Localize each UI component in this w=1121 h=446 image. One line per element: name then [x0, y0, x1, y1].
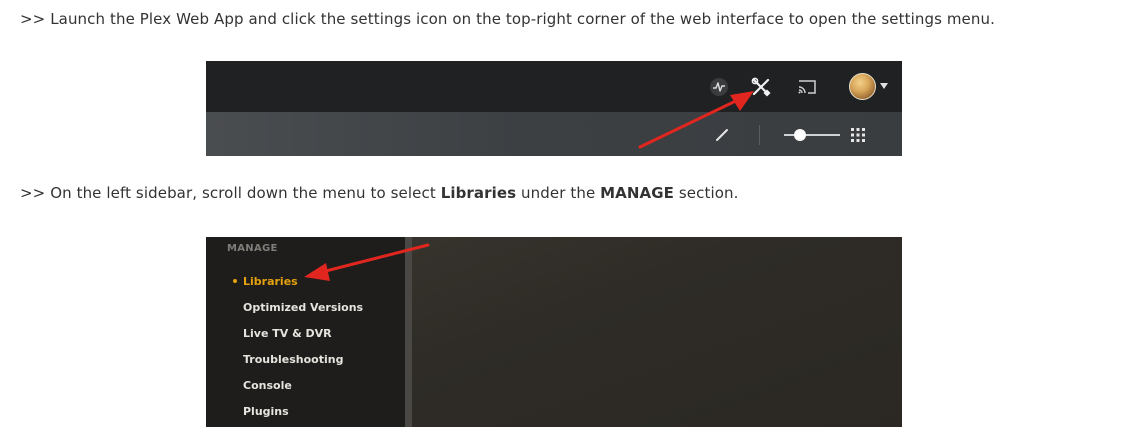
chevron-down-icon[interactable] [880, 83, 888, 89]
grid-icon[interactable] [850, 127, 866, 143]
instruction-text: under the [516, 184, 601, 202]
instruction-step-2: >> On the left sidebar, scroll down the … [20, 183, 738, 203]
sidebar-item-plugins[interactable]: Plugins [243, 405, 289, 418]
section-heading-manage: MANAGE [227, 243, 278, 254]
libraries-emphasis: Libraries [440, 184, 517, 202]
annotation-arrow [638, 91, 754, 149]
instruction-step-1: >> Launch the Plex Web App and click the… [20, 10, 995, 28]
sidebar-item-live-tv-dvr[interactable]: Live TV & DVR [243, 327, 332, 340]
sidebar-item-troubleshooting[interactable]: Troubleshooting [243, 353, 343, 366]
size-slider[interactable] [784, 134, 840, 136]
instruction-text: section. [674, 184, 739, 202]
sidebar-item-console[interactable]: Console [243, 379, 292, 392]
instruction-text: >> On the left sidebar, scroll down the … [20, 184, 441, 202]
annotation-arrow [304, 243, 430, 281]
active-bullet-icon [233, 279, 237, 283]
cast-icon[interactable] [796, 78, 818, 96]
plex-topbar-screenshot [206, 61, 902, 156]
avatar[interactable] [849, 73, 876, 100]
sidebar-item-libraries[interactable]: Libraries [243, 275, 298, 288]
sidebar-item-optimized-versions[interactable]: Optimized Versions [243, 301, 363, 314]
slider-knob[interactable] [794, 129, 806, 141]
plex-settings-sidebar-screenshot: MANAGE Libraries Optimized Versions Live… [206, 237, 902, 427]
manage-emphasis: MANAGE [600, 184, 674, 202]
